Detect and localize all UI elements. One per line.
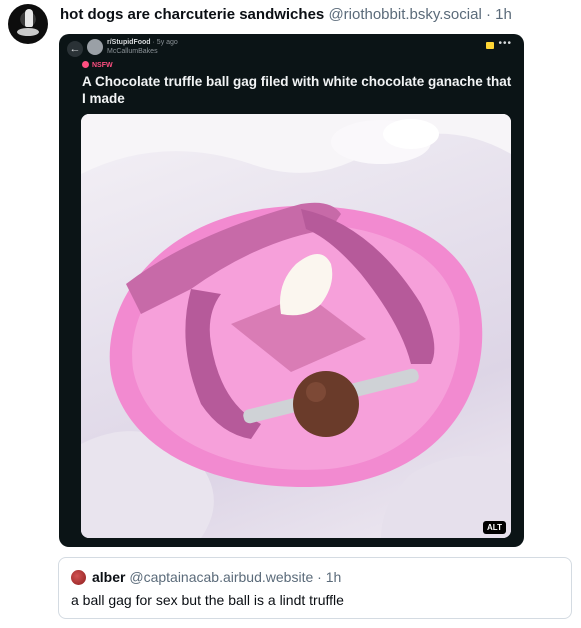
separator-dot: · [485, 6, 491, 23]
embedded-image[interactable]: ← r/StupidFood · 5y ago McCallumBakes ••… [59, 34, 524, 547]
nsfw-icon [82, 61, 89, 68]
post-age: 5y ago [156, 39, 178, 46]
author-avatar[interactable] [8, 4, 48, 44]
lamp-base-icon [17, 28, 39, 36]
quote-time[interactable]: 1h [326, 569, 342, 585]
subreddit-line: r/StupidFood · 5y ago [107, 39, 178, 47]
alt-badge[interactable]: ALT [483, 521, 506, 534]
post-header: hot dogs are charcuterie sandwiches @rio… [60, 6, 512, 24]
quoted-post[interactable]: alber @captainacab.airbud.website · 1h a… [58, 557, 572, 619]
nsfw-label: NSFW [92, 62, 113, 69]
crown-icon [486, 42, 494, 49]
subreddit-name: r/StupidFood [107, 39, 151, 46]
author-handle[interactable]: @riothobbit.bsky.social [328, 6, 481, 23]
photo: ALT [81, 114, 511, 538]
separator-dot: · [152, 39, 155, 46]
reddit-post-title: A Chocolate truffle ball gag filed with … [82, 74, 512, 106]
quote-author-handle[interactable]: @captainacab.airbud.website [129, 569, 313, 585]
quote-author-name[interactable]: alber [92, 569, 125, 585]
arrow-left-icon: ← [67, 41, 83, 57]
more-icon: ••• [498, 38, 512, 49]
quote-header: alber @captainacab.airbud.website · 1h [92, 569, 341, 586]
author-name[interactable]: hot dogs are charcuterie sandwiches [60, 6, 324, 23]
subreddit-avatar [87, 39, 103, 55]
quote-text: a ball gag for sex but the ball is a lin… [71, 592, 344, 608]
lamp-icon [25, 9, 33, 27]
post-time[interactable]: 1h [495, 6, 512, 23]
quote-author-avatar[interactable] [71, 570, 86, 585]
separator-dot: · [317, 569, 322, 585]
reddit-username: McCallumBakes [107, 48, 158, 55]
nsfw-tag: NSFW [82, 61, 113, 70]
photo-illustration [81, 114, 511, 538]
